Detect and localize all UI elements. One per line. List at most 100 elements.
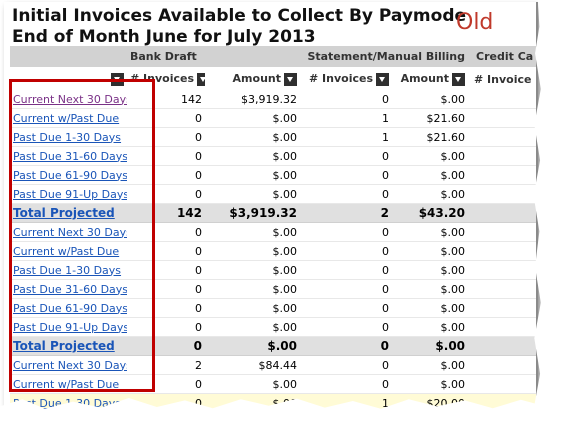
bank-draft-invoices-cell: 0 [127,279,205,299]
bank-draft-invoices-cell: 0 [127,184,205,204]
table-row: Past Due 61-90 Days 0 $.00 0 $.00 [10,165,536,185]
row-label-link[interactable]: Past Due 1-30 Days [13,264,121,277]
col-statement-invoices: # Invoices [300,67,392,90]
credit-card-cell [468,317,536,337]
row-label-link[interactable]: Past Due 91-Up Days [13,188,127,201]
row-label-link[interactable]: Current w/Past Due [13,378,119,391]
sort-dropdown-icon[interactable] [284,72,297,86]
statement-invoices-cell: 0 [300,146,392,166]
bank-draft-invoices-cell: 0 [127,146,205,166]
col-bank-draft-amount-label: Amount [232,72,281,86]
credit-card-cell [468,279,536,299]
statement-amount-cell: $.00 [392,317,469,337]
bank-draft-invoices-cell: 0 [127,108,205,128]
statement-invoices-cell: 0 [300,222,392,242]
credit-card-cell [468,165,536,185]
row-label-link[interactable]: Past Due 31-60 Days [13,283,127,296]
total-projected-link[interactable]: Total Projected [13,206,115,220]
bank-draft-invoices-cell: 0 [127,241,205,261]
row-label-link[interactable]: Past Due 31-60 Days [13,150,127,163]
bank-draft-amount-cell: $.00 [205,317,300,337]
row-label-link[interactable]: Past Due 91-Up Days [13,321,127,334]
old-annotation: Old [456,10,494,35]
bank-draft-amount-cell: $.00 [205,241,300,261]
statement-amount-cell: $.00 [392,222,469,242]
column-header-row: # Invoices Amount # Invoices Amount # In… [10,67,536,90]
row-label-link[interactable]: Past Due 61-90 Days [13,302,127,315]
row-label-link[interactable]: Current Next 30 Days [13,359,127,372]
statement-invoices-cell: 0 [300,165,392,185]
statement-amount-cell: $.00 [392,298,469,318]
statement-invoices-cell: 0 [300,317,392,337]
table-row: Current w/Past Due 0 $.00 0 $.00 [10,374,536,394]
bank-draft-invoices-cell: 2 [127,355,205,375]
credit-card-cell [468,374,536,394]
bank-draft-invoices-cell: 0 [127,298,205,318]
credit-card-cell [468,184,536,204]
statement-invoices-cell: 0 [300,355,392,375]
col-statement-amount: Amount [392,67,469,90]
group-statement-manual-billing: Statement/Manual Billing [300,46,469,68]
statement-amount-cell: $.00 [392,90,469,109]
bank-draft-invoices-cell: 0 [127,260,205,280]
statement-amount-cell: $.00 [392,374,469,394]
total-projected-link[interactable]: Total Projected [13,339,115,353]
sort-dropdown-icon[interactable] [197,72,205,86]
row-label-link[interactable]: Past Due 61-90 Days [13,169,127,182]
table-row: Current w/Past Due 0 $.00 1 $21.60 [10,108,536,128]
col-bank-draft-invoices-label: # Invoices [130,72,194,86]
credit-card-cell [468,260,536,280]
bank-draft-invoices-cell: 0 [127,127,205,147]
group-header-row: Bank Draft Statement/Manual Billing Cred… [10,46,536,68]
credit-card-cell [468,241,536,261]
bank-draft-amount-cell: $3,919.32 [205,90,300,109]
row-label-link[interactable]: Current w/Past Due [13,112,119,125]
bank-draft-amount-cell: $.00 [205,184,300,204]
statement-invoices-cell: 0 [300,241,392,261]
invoice-table: Bank Draft Statement/Manual Billing Cred… [10,46,536,413]
statement-amount-cell: $.00 [392,165,469,185]
statement-amount-cell: $.00 [392,241,469,261]
col-label-header [10,67,127,90]
credit-card-cell [468,127,536,147]
row-label-link[interactable]: Current Next 30 Days [13,226,127,239]
report-title: Initial Invoices Available to Collect By… [12,6,466,48]
statement-invoices-cell: 0 [300,279,392,299]
bank-draft-amount-cell: $.00 [205,222,300,242]
statement-amount-cell: $.00 [392,336,469,356]
credit-card-cell [468,90,536,109]
table-row: Current w/Past Due 0 $.00 0 $.00 [10,241,536,261]
row-label-link[interactable]: Current Next 30 Days [13,93,127,106]
col-bank-draft-amount: Amount [205,67,300,90]
row-label-link[interactable]: Past Due 1-30 Days [13,131,121,144]
statement-amount-cell: $21.60 [392,127,469,147]
table-row: Past Due 1-30 Days 0 $.00 0 $.00 [10,260,536,280]
bank-draft-invoices-cell: 0 [127,374,205,394]
bank-draft-invoices-cell: 142 [127,90,205,109]
statement-amount-cell: $.00 [392,279,469,299]
statement-invoices-cell: 0 [300,90,392,109]
statement-invoices-cell: 0 [300,298,392,318]
report-page: Initial Invoices Available to Collect By… [4,2,538,415]
statement-amount-cell: $21.60 [392,108,469,128]
table-row: Current Next 30 Days 142 $3,919.32 0 $.0… [10,90,536,109]
sort-dropdown-icon[interactable] [376,72,389,86]
statement-amount-cell: $.00 [392,260,469,280]
bank-draft-amount-cell: $.00 [205,298,300,318]
report-title-line-1: Initial Invoices Available to Collect By… [12,6,467,26]
table-row: Past Due 1-30 Days 0 $.00 1 $21.60 [10,127,536,147]
credit-card-cell [468,355,536,375]
sort-dropdown-icon[interactable] [111,72,124,86]
table-row: Current Next 30 Days 0 $.00 0 $.00 [10,222,536,242]
group-header-blank [10,46,127,68]
statement-invoices-cell: 0 [300,374,392,394]
row-label-link[interactable]: Current w/Past Due [13,245,119,258]
total-row: Total Projected 0 $.00 0 $.00 [10,336,536,356]
bank-draft-invoices-cell: 0 [127,317,205,337]
credit-card-cell [468,108,536,128]
report-title-line-2: End of Month June for July 2013 [12,27,316,47]
col-statement-amount-label: Amount [400,72,450,86]
statement-amount-cell: $.00 [392,146,469,166]
sort-dropdown-icon[interactable] [452,72,466,86]
col-statement-invoices-label: # Invoices [309,72,373,86]
